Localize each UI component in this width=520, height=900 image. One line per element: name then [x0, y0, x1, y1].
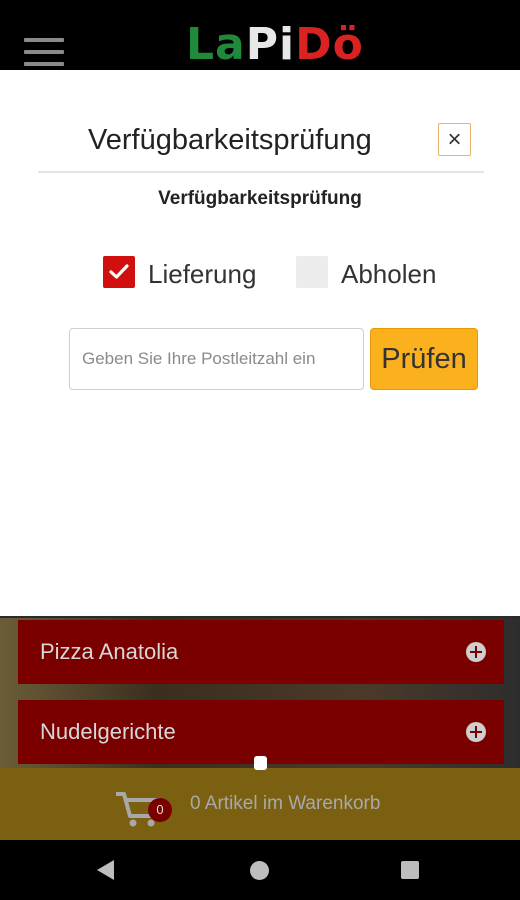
pickup-option[interactable]: Abholen — [296, 256, 456, 290]
pickup-label: Abholen — [341, 259, 437, 289]
cart-count-badge: 0 — [148, 798, 172, 822]
checkmark-icon — [109, 264, 129, 279]
app-logo: LaPiDö — [186, 20, 364, 70]
close-icon: × — [447, 126, 462, 153]
back-icon[interactable] — [97, 860, 114, 880]
pickup-checkbox[interactable] — [296, 256, 328, 288]
modal-title: Verfügbarkeitsprüfung — [88, 124, 372, 156]
category-pizza-anatolia[interactable]: Pizza Anatolia — [18, 620, 504, 684]
recents-icon[interactable] — [401, 861, 419, 879]
zip-code-input[interactable] — [69, 328, 364, 390]
modal-subtitle: Verfügbarkeitsprüfung — [158, 188, 362, 209]
close-button[interactable]: × — [438, 123, 471, 156]
scroll-indicator — [254, 756, 267, 770]
delivery-checkbox[interactable] — [103, 256, 135, 288]
logo-part-1: La — [186, 19, 246, 70]
logo-part-2: Pi — [245, 19, 296, 70]
modal-divider — [38, 171, 484, 173]
plus-circle-icon[interactable] — [466, 722, 486, 742]
menu-icon[interactable] — [24, 38, 64, 68]
category-label: Pizza Anatolia — [40, 639, 179, 664]
delivery-option[interactable]: Lieferung — [103, 256, 273, 290]
delivery-label: Lieferung — [148, 259, 257, 289]
app-header: LaPiDö — [0, 0, 520, 70]
availability-modal: Verfügbarkeitsprüfung × Verfügbarkeitspr… — [0, 70, 520, 616]
cart-summary-text: 0 Artikel im Warenkorb — [190, 793, 381, 814]
check-button[interactable]: Prüfen — [370, 328, 478, 390]
cart-bar[interactable]: 0 0 Artikel im Warenkorb — [0, 768, 520, 840]
category-nudelgerichte[interactable]: Nudelgerichte — [18, 700, 504, 764]
category-label: Nudelgerichte — [40, 719, 176, 744]
logo-part-3: Dö — [295, 19, 364, 70]
home-icon[interactable] — [250, 861, 269, 880]
system-nav-bar — [0, 840, 520, 900]
plus-circle-icon[interactable] — [466, 642, 486, 662]
